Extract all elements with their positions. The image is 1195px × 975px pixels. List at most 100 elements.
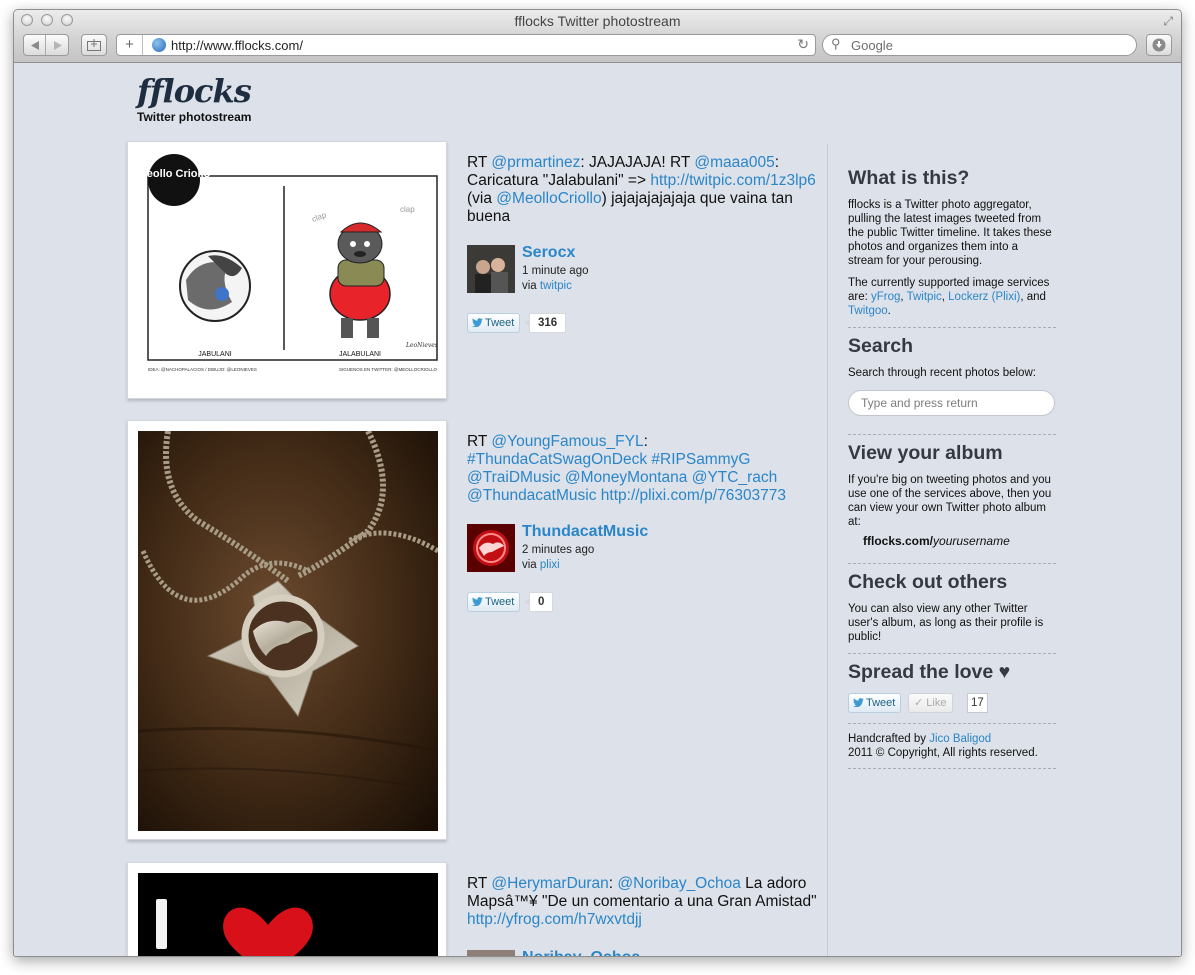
like-label: Like xyxy=(926,697,947,709)
browser-window: fflocks Twitter photostream ⤢ + http://w… xyxy=(13,9,1182,957)
tweet-button-label: Tweet xyxy=(485,596,515,608)
back-button[interactable] xyxy=(24,35,46,55)
author-name[interactable]: Noribay_Ochoa xyxy=(522,949,640,956)
tweet-link[interactable]: @TraiDMusic xyxy=(467,469,561,486)
tweet-link[interactable]: @ThundacatMusic xyxy=(467,487,596,504)
photo-search-field[interactable] xyxy=(848,390,1055,416)
via-service-link[interactable]: plixi xyxy=(540,559,560,571)
section-divider xyxy=(848,723,1056,724)
twitter-bird-icon xyxy=(472,597,483,606)
service-link-yfrog[interactable]: yFrog xyxy=(871,291,900,303)
via-service-link[interactable]: twitpic xyxy=(540,280,572,292)
cartoon-photo[interactable]: Meollo Criollo JABULANI clap clap JALABU… xyxy=(138,152,438,390)
tweet-text-segment: RT xyxy=(467,875,492,892)
check-others-text: You can also view any other Twitter user… xyxy=(848,603,1044,643)
avatar[interactable] xyxy=(467,524,515,572)
cartoon-clap-text: clap xyxy=(400,205,415,214)
credits-prefix: Handcrafted by xyxy=(848,733,930,745)
share-tweet-label: Tweet xyxy=(866,697,896,709)
tweet-link[interactable]: @Noribay_Ochoa xyxy=(617,875,740,892)
cartoon-left-caption: JABULANI xyxy=(198,351,232,358)
service-link-twitgoo[interactable]: Twitgoo xyxy=(848,305,888,317)
avatar[interactable] xyxy=(467,950,515,956)
browser-search-field[interactable]: ⚲ xyxy=(822,34,1137,56)
cartoon-footer-right: SIGUENOS EN TWITTER: @MEOLLOCRIOLLO xyxy=(339,367,438,372)
forward-button[interactable] xyxy=(47,35,69,55)
window-title: fflocks Twitter photostream xyxy=(514,13,681,29)
back-forward-buttons xyxy=(23,34,69,56)
tweet-button[interactable]: Tweet xyxy=(467,592,521,612)
tweet-time: 2 minutes ago xyxy=(522,544,595,556)
spread-love-heading: Spread the love ♥ xyxy=(848,661,1011,683)
tweet-link[interactable]: @HerymarDuran xyxy=(491,875,608,892)
album-url-username: yourusername xyxy=(933,534,1010,548)
browser-toolbar: fflocks Twitter photostream ⤢ + http://w… xyxy=(14,10,1181,63)
tweet-link[interactable]: http://plixi.com/p/76303773 xyxy=(601,487,786,504)
services-end: . xyxy=(887,305,891,317)
service-link-lockerz[interactable]: Lockerz (Plixi) xyxy=(948,291,1020,303)
necklace-photo[interactable] xyxy=(138,431,438,831)
necklace-image xyxy=(138,431,438,831)
address-bar[interactable]: + http://www.fflocks.com/ ↻ xyxy=(116,34,816,56)
author-name[interactable]: Serocx xyxy=(522,244,575,262)
cartoon-illustration: Meollo Criollo JABULANI clap clap JALABU… xyxy=(138,154,438,372)
tweet-author: ThundacatMusic 2 minutes ago via plixi xyxy=(467,523,807,572)
photo-frame: Meollo Criollo JABULANI clap clap JALABU… xyxy=(127,141,447,399)
tweet-link[interactable]: @MeolloCriollo xyxy=(496,190,601,207)
tweet-link[interactable]: #RIPSammyG xyxy=(651,451,750,468)
tweet-link[interactable]: @YoungFamous_FYL xyxy=(491,433,643,450)
twitter-bird-icon xyxy=(472,318,483,327)
add-tab-icon[interactable]: + xyxy=(117,35,143,55)
site-logo[interactable]: fflocks xyxy=(137,72,252,110)
column-divider xyxy=(827,144,828,956)
photo-search-input[interactable] xyxy=(861,395,1041,411)
services-separator: , and xyxy=(1020,291,1046,303)
share-buttons: Tweet ✓ Like 17 xyxy=(848,693,1056,713)
tweet-link[interactable]: @YTC_rach xyxy=(692,469,778,486)
author-name[interactable]: ThundacatMusic xyxy=(522,523,648,541)
like-button[interactable]: ✓ Like xyxy=(908,693,954,713)
tweet-link[interactable]: #ThundaCatSwagOnDeck xyxy=(467,451,647,468)
search-icon: ⚲ xyxy=(831,36,841,51)
tweet-link[interactable]: @prmartinez xyxy=(491,154,580,171)
via-text: via plixi xyxy=(522,559,560,571)
tweet-link[interactable]: @MoneyMontana xyxy=(565,469,688,486)
service-link-twitpic[interactable]: Twitpic xyxy=(907,291,942,303)
share-tweet-button[interactable]: Tweet xyxy=(848,693,902,713)
add-bookmark-button[interactable] xyxy=(81,34,107,56)
heart-photo[interactable] xyxy=(138,873,438,956)
cartoon-footer-left: IDEA: @NACHOPALACIOS / DIBUJO: @LEONIEVE… xyxy=(148,367,257,372)
tweet-author: Serocx 1 minute ago via twitpic xyxy=(467,244,807,293)
supported-services-text: The currently supported image services a… xyxy=(848,276,1056,318)
author-link[interactable]: Jico Baligod xyxy=(929,733,991,745)
back-arrow-icon xyxy=(30,41,39,50)
check-others-heading: Check out others xyxy=(848,571,1008,593)
web-page: fflocks Twitter photostream Meollo Criol… xyxy=(14,64,1181,956)
like-count: 17 xyxy=(967,693,988,713)
album-url: fflocks.com/yourusername xyxy=(863,534,1071,548)
section-divider xyxy=(848,653,1056,654)
tweet-text-segment: : xyxy=(643,433,648,450)
tweet-link[interactable]: http://twitpic.com/1z3lp6 xyxy=(650,172,815,189)
browser-search-input[interactable] xyxy=(851,37,1121,53)
forward-arrow-icon xyxy=(54,41,62,50)
tweet-button[interactable]: Tweet xyxy=(467,313,521,333)
download-icon xyxy=(1152,38,1166,52)
tweet-author: Noribay_Ochoa xyxy=(467,949,807,956)
search-heading: Search xyxy=(848,335,914,357)
tweet-link[interactable]: http://yfrog.com/h7wxvtdjj xyxy=(467,911,642,928)
tweet-link[interactable]: @maaa005 xyxy=(694,154,774,171)
photo-frame xyxy=(127,420,447,840)
avatar[interactable] xyxy=(467,245,515,293)
tweet-text-segment: : JAJAJAJA! RT xyxy=(580,154,695,171)
via-text: via twitpic xyxy=(522,280,572,292)
reload-icon[interactable]: ↻ xyxy=(797,36,809,53)
downloads-button[interactable] xyxy=(1146,34,1172,56)
section-divider xyxy=(848,563,1056,564)
what-is-this-text: fflocks is a Twitter photo aggregator, p… xyxy=(848,199,1052,267)
cartoon-stamp: Meollo Criollo xyxy=(138,168,211,180)
copyright: 2011 © Copyright, All rights reserved. xyxy=(848,747,1038,759)
url-text[interactable]: http://www.fflocks.com/ xyxy=(171,38,303,53)
fullscreen-icon[interactable]: ⤢ xyxy=(1163,14,1173,29)
tweet-text: RT @HerymarDuran: @Noribay_Ochoa La ador… xyxy=(467,875,817,929)
